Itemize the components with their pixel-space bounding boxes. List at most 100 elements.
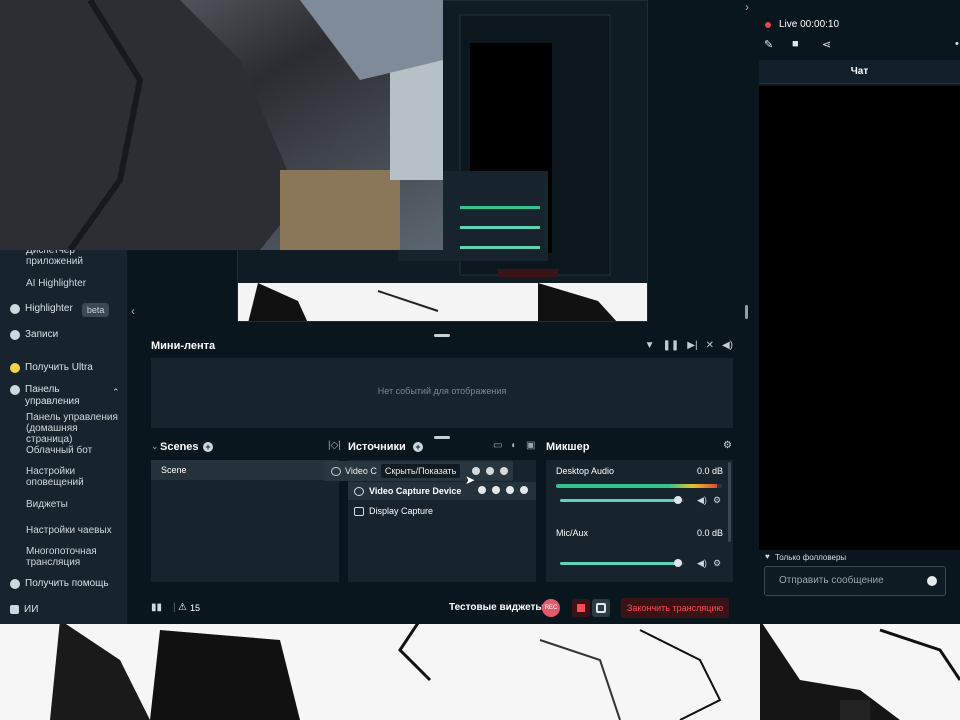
mixer-channel-name: Mic/Aux — [556, 528, 589, 538]
mini-feed-body: Нет событий для отображения — [151, 358, 733, 428]
pause-icon[interactable]: ❚❚ — [663, 340, 680, 351]
mute-alerts-icon[interactable]: ✕ — [706, 340, 714, 351]
add-folder-icon[interactable]: ▣ — [526, 440, 535, 451]
sidebar-item-label: Записи — [25, 329, 59, 340]
warnings-count: 15 — [190, 603, 201, 613]
trash-icon[interactable] — [486, 467, 495, 475]
record-button[interactable]: REC — [542, 599, 560, 617]
sidebar-item-get-help[interactable]: Получить помощь — [10, 578, 109, 590]
speaker-icon[interactable]: ◀) — [697, 558, 707, 569]
scene-transitions-icon[interactable]: |◇| — [328, 440, 341, 451]
mini-feed-empty-text: Нет событий для отображения — [377, 386, 507, 396]
webcam-source-overlay[interactable] — [0, 0, 443, 250]
warning-icon[interactable]: ⚠ — [178, 602, 187, 613]
sidebar-item-multistream[interactable]: Многопоточная трансляция — [26, 546, 106, 568]
sidebar-item-highlighter[interactable]: Highlighter beta — [10, 303, 110, 317]
channel-settings-gear-icon[interactable]: ⚙ — [713, 558, 721, 569]
streamlabs-window: Диспетчер приложений AI Highlighter High… — [0, 0, 960, 624]
volume-slider[interactable] — [560, 496, 684, 504]
lock-icon[interactable] — [478, 486, 486, 494]
chevron-up-icon[interactable]: ⌃ — [112, 386, 120, 398]
sidebar-item-label: Получить помощь — [25, 578, 109, 589]
source-audio-icon[interactable]: ◖ — [510, 440, 516, 451]
mixer-scrollbar[interactable] — [728, 462, 731, 542]
add-source-button[interactable]: + — [413, 442, 423, 452]
trash-icon[interactable] — [506, 486, 514, 494]
source-item-display-capture[interactable]: Display Capture — [348, 502, 536, 520]
mixer-settings-gear-icon[interactable]: ⚙ — [723, 440, 732, 451]
ultra-icon — [10, 363, 20, 373]
mouse-cursor-icon: ➤ — [465, 473, 476, 487]
add-scene-button[interactable]: + — [203, 442, 213, 452]
manga-illustration — [0, 620, 960, 720]
collapse-left-arrow-icon[interactable]: ‹ — [131, 304, 135, 318]
monitor-icon — [354, 506, 364, 516]
share-icon[interactable]: ⋖ — [822, 38, 834, 51]
mixer-channel-name: Desktop Audio — [556, 466, 615, 476]
speaker-icon[interactable]: ◀) — [697, 495, 707, 506]
ghost-actions — [472, 467, 509, 475]
audio-meter — [556, 484, 722, 488]
sidebar-item-dashboard-home[interactable]: Панель управления (домашняя страница) — [26, 412, 124, 445]
ghost-source-label: Video C — [345, 466, 377, 476]
followers-only-label: Только фолловеры — [775, 553, 847, 562]
channel-settings-gear-icon[interactable]: ⚙ — [713, 495, 721, 506]
dragged-source-ghost[interactable]: Video C Скрыть/Показать — [323, 461, 513, 481]
sidebar-item-label: AI Highlighter — [26, 278, 87, 289]
sidebar-item-label: Настройки оповещений — [26, 466, 84, 488]
webcam-feed-image — [0, 0, 443, 250]
sidebar-item-get-ultra[interactable]: Получить Ultra — [10, 362, 93, 374]
stop-button[interactable] — [572, 599, 590, 617]
sidebar-item-alert-settings[interactable]: Настройки оповещений — [26, 466, 96, 488]
collapse-right-arrow-icon[interactable]: › — [745, 0, 749, 14]
sidebar-item-dashboard[interactable]: Панель управления ⌃ — [10, 384, 120, 408]
settings-gear-icon[interactable] — [500, 467, 509, 475]
visibility-eye-icon[interactable] — [492, 486, 500, 494]
volume-slider[interactable] — [560, 559, 684, 567]
hide-show-tooltip: Скрыть/Показать — [380, 464, 461, 478]
live-indicator-dot — [765, 22, 771, 28]
chat-message-input[interactable]: Отправить сообщение — [764, 566, 946, 596]
performance-stats-icon[interactable]: ▮▮ — [151, 602, 162, 613]
volume-slider-knob[interactable] — [673, 559, 682, 567]
scenes-title: Scenes — [160, 441, 199, 453]
source-properties-icon[interactable]: ▭ — [493, 440, 502, 451]
edit-pencil-icon[interactable]: ✎ — [764, 38, 776, 51]
camera-view-icon[interactable]: ■ — [792, 38, 804, 50]
live-timer: Live 00:00:10 — [779, 19, 840, 30]
source-item-video-capture[interactable]: Video Capture Device — [348, 482, 536, 500]
mini-feed-header: Мини-лента ▼ ❚❚ ▶| ✕ ◀) — [143, 336, 743, 356]
resize-handle-middle[interactable] — [434, 436, 450, 439]
ai-sparkle-icon — [10, 605, 19, 614]
scene-item[interactable]: Scene — [151, 460, 339, 480]
chevron-down-icon[interactable]: ⌄ — [151, 441, 159, 452]
sidebar-item-label: Многопоточная трансляция — [26, 546, 97, 568]
mixer-channel-db: 0.0 dB — [697, 528, 724, 538]
sidebar-item-ai[interactable]: ИИ — [10, 604, 38, 616]
sidebar-item-label: Виджеты — [26, 499, 68, 510]
test-widgets-label[interactable]: Тестовые виджеты — [449, 602, 544, 613]
sidebar-item-cloudbot[interactable]: Облачный бот — [26, 445, 92, 456]
background-manga-page — [0, 620, 960, 720]
sidebar-item-ai-highlighter[interactable]: AI Highlighter — [26, 278, 86, 289]
screen: Диспетчер приложений AI Highlighter High… — [0, 0, 960, 720]
skip-icon[interactable]: ▶| — [687, 340, 697, 351]
sidebar-item-widgets[interactable]: Виджеты — [26, 499, 68, 510]
preview-scrollbar[interactable] — [745, 305, 748, 319]
save-icon — [596, 603, 606, 613]
chat-messages-area — [759, 86, 960, 550]
stop-icon — [577, 604, 585, 612]
more-icon[interactable]: • — [955, 38, 960, 50]
sidebar-item-label: Облачный бот — [26, 445, 93, 456]
settings-gear-icon[interactable] — [520, 486, 528, 494]
chat-tab[interactable]: Чат — [759, 60, 960, 84]
sidebar-item-recordings[interactable]: Записи — [10, 329, 58, 341]
end-stream-button[interactable]: Закончить трансляцию — [621, 598, 730, 618]
sidebar-item-tip-settings[interactable]: Настройки чаевых — [26, 525, 112, 536]
emoji-icon[interactable] — [927, 576, 937, 586]
volume-icon[interactable]: ◀) — [722, 340, 733, 351]
sidebar-item-label: Панель управления (домашняя страница) — [26, 412, 118, 445]
filter-icon[interactable]: ▼ — [645, 340, 655, 351]
replay-buffer-button[interactable] — [592, 599, 610, 617]
volume-slider-knob[interactable] — [673, 496, 682, 504]
